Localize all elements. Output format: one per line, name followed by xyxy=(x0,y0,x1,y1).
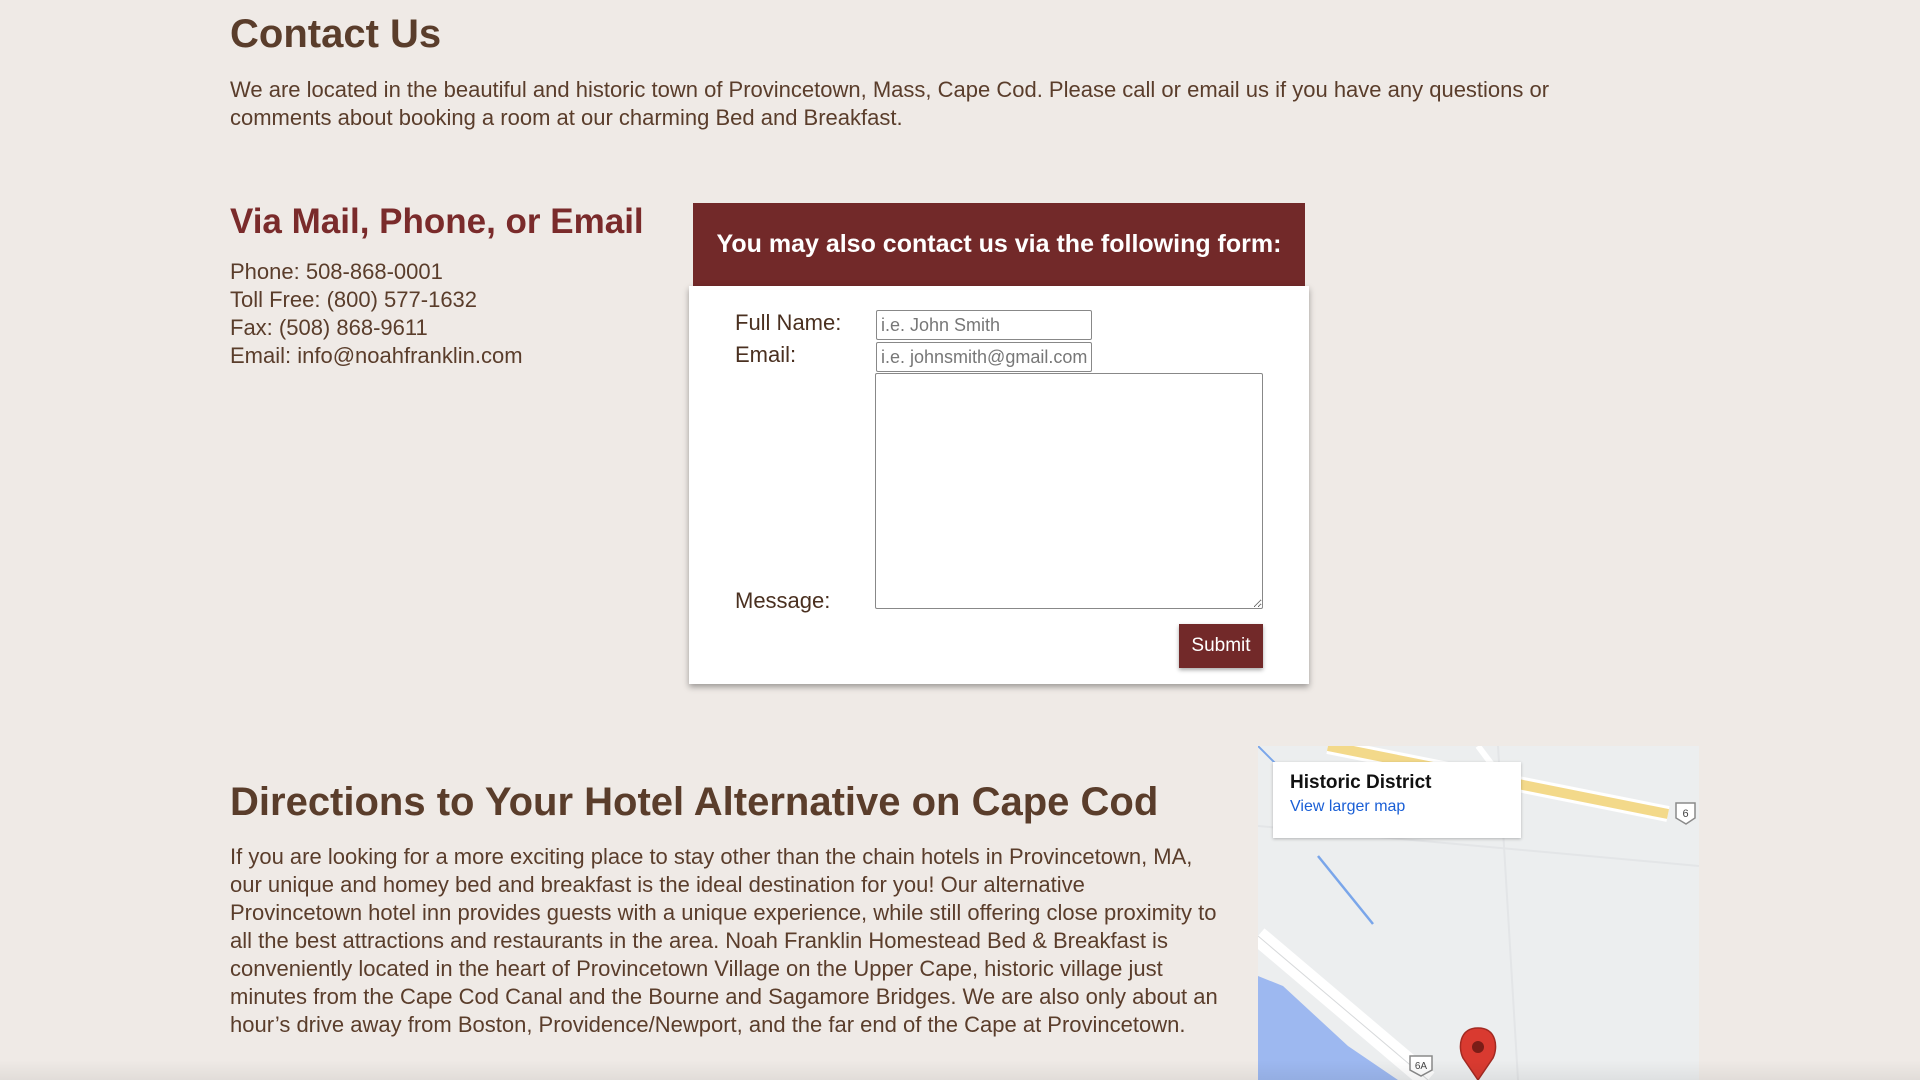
form-header: You may also contact us via the followin… xyxy=(693,203,1305,286)
full-name-input[interactable] xyxy=(876,310,1092,340)
map-embed[interactable]: 6 6A Historic District View larger map xyxy=(1258,746,1699,1080)
full-name-label: Full Name: xyxy=(735,310,842,335)
toll-free-line: Toll Free: (800) 577-1632 xyxy=(230,287,478,312)
blue-path xyxy=(1317,855,1374,925)
map-info-card: Historic District View larger map xyxy=(1273,762,1521,838)
contact-intro: We are located in the beautiful and hist… xyxy=(230,77,1550,130)
contact-details: Phone: 508-868-0001 Toll Free: (800) 577… xyxy=(230,258,523,370)
contact-form: Full Name: Email: Message: Submit xyxy=(689,286,1309,684)
fax-line: Fax: (508) 868-9611 xyxy=(230,315,428,340)
view-larger-map-link[interactable]: View larger map xyxy=(1290,798,1504,816)
contact-title: Contact Us xyxy=(230,12,442,56)
route-6-shield: 6 xyxy=(1675,802,1696,825)
map-pin-icon[interactable] xyxy=(1459,1027,1497,1080)
via-title: Via Mail, Phone, or Email xyxy=(230,202,644,241)
email-label: Email: xyxy=(735,342,797,367)
map-place-name: Historic District xyxy=(1290,772,1432,793)
svg-text:6A: 6A xyxy=(1415,1061,1428,1072)
email-line: Email: info@noahfranklin.com xyxy=(230,343,523,368)
message-textarea[interactable] xyxy=(875,373,1263,609)
email-input[interactable] xyxy=(876,342,1092,372)
phone-line: Phone: 508-868-0001 xyxy=(230,259,443,284)
submit-button[interactable]: Submit xyxy=(1179,624,1263,668)
page: Contact Us We are located in the beautif… xyxy=(0,0,1920,1080)
svg-text:6: 6 xyxy=(1682,808,1688,820)
directions-text: If you are looking for a more exciting p… xyxy=(230,844,1218,1037)
message-label: Message: xyxy=(735,588,831,613)
directions-title: Directions to Your Hotel Alternative on … xyxy=(230,780,1159,824)
